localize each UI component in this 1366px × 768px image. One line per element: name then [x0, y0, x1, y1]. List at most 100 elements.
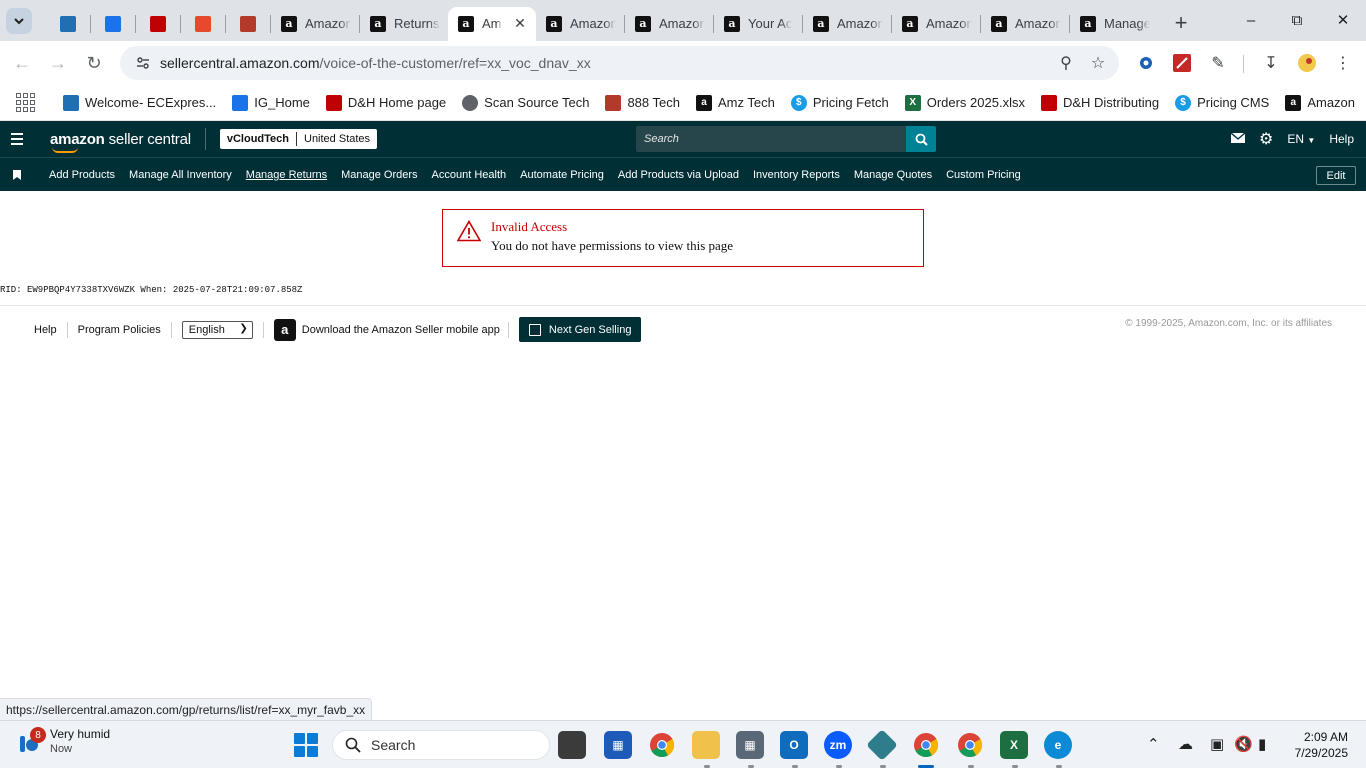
seller-search-button[interactable]: [906, 126, 936, 152]
weather-widget[interactable]: 8 Very humid Now: [14, 727, 110, 757]
nav-link-add-products-via-upload[interactable]: Add Products via Upload: [618, 169, 739, 181]
seller-central-logo[interactable]: amazon seller central: [50, 131, 191, 153]
seller-search-input[interactable]: Search: [636, 126, 906, 152]
browser-tab[interactable]: a Amazon: [536, 7, 624, 41]
bookmark-item[interactable]: $ Pricing CMS: [1175, 94, 1269, 111]
battery-icon[interactable]: ▮: [1258, 735, 1266, 753]
bookmark-item[interactable]: a Amz Tech: [695, 94, 775, 111]
nav-link-inventory-reports[interactable]: Inventory Reports: [753, 169, 840, 181]
nav-link-add-products[interactable]: Add Products: [49, 169, 115, 181]
bookmark-item[interactable]: D&H Home page: [325, 94, 446, 111]
reload-button[interactable]: ↻: [76, 45, 112, 81]
windows-start-button[interactable]: [294, 733, 318, 757]
nav-link-manage-quotes[interactable]: Manage Quotes: [854, 169, 932, 181]
dh-icon: [150, 15, 166, 32]
maximize-button[interactable]: ⧉: [1274, 0, 1320, 40]
chrome-menu-icon[interactable]: ⋮: [1329, 49, 1357, 77]
apps-grid-icon[interactable]: [16, 91, 35, 115]
dollar-icon: $: [1175, 94, 1192, 111]
bookmark-label: Scan Source Tech: [484, 95, 590, 110]
close-window-button[interactable]: ✕: [1320, 0, 1366, 40]
bookmark-item[interactable]: X Orders 2025.xlsx: [904, 94, 1025, 111]
browser-tab[interactable]: [226, 7, 270, 41]
network-icon[interactable]: ▣: [1210, 735, 1224, 753]
forward-button[interactable]: →: [40, 45, 76, 81]
downloads-icon[interactable]: ↧: [1257, 49, 1285, 77]
excel-icon[interactable]: X: [1000, 731, 1028, 759]
mobile-app-link[interactable]: a Download the Amazon Seller mobile app: [273, 318, 500, 341]
outlook-icon[interactable]: O: [780, 731, 808, 759]
bookmark-item[interactable]: Scan Source Tech: [462, 94, 590, 111]
taskbar-search[interactable]: Search: [332, 730, 550, 760]
bookmark-item[interactable]: $ Pricing Fetch: [790, 94, 889, 111]
browser-tab[interactable]: a Returns: [360, 7, 448, 41]
bookmark-star-icon[interactable]: ☆: [1087, 52, 1109, 74]
chrome-profile-2-icon[interactable]: [956, 731, 984, 759]
nav-link-manage-returns[interactable]: Manage Returns: [246, 169, 327, 181]
task-view-icon[interactable]: [558, 731, 586, 759]
settings-gear-icon[interactable]: ⚙: [1259, 129, 1273, 149]
site-info-icon[interactable]: [128, 55, 158, 71]
bookmark-item[interactable]: 888 Tech: [605, 94, 680, 111]
bookmark-item[interactable]: D&H Distributing: [1040, 94, 1159, 111]
tray-chevron-up-icon[interactable]: ⌃: [1147, 735, 1160, 753]
browser-tab-active[interactable]: a Am ✕: [448, 6, 536, 41]
browser-tab[interactable]: [91, 7, 135, 41]
nav-link-manage-all-inventory[interactable]: Manage All Inventory: [129, 169, 232, 181]
nav-link-automate-pricing[interactable]: Automate Pricing: [520, 169, 604, 181]
chrome-icon[interactable]: [648, 731, 676, 759]
browser-tab[interactable]: a Amazon: [625, 7, 713, 41]
address-bar[interactable]: sellercentral.amazon.com/voice-of-the-cu…: [120, 46, 1119, 80]
calculator-icon[interactable]: ▦: [736, 731, 764, 759]
minimize-button[interactable]: –: [1228, 0, 1274, 40]
new-tab-button[interactable]: +: [1166, 8, 1196, 38]
hamburger-menu-icon[interactable]: [0, 121, 34, 157]
zoom-app-icon[interactable]: zm: [824, 731, 852, 759]
bookmark-item[interactable]: IG_Home: [232, 94, 310, 111]
back-button[interactable]: ←: [4, 45, 40, 81]
bookmark-item[interactable]: a Amazon: [1285, 94, 1355, 111]
microsoft-store-icon[interactable]: ▦: [604, 731, 632, 759]
browser-tab[interactable]: [46, 7, 90, 41]
account-switcher[interactable]: vCloudTech United States: [219, 129, 378, 149]
edit-nav-button[interactable]: Edit: [1316, 166, 1356, 185]
amazon-icon: a: [635, 15, 651, 32]
nav-link-manage-orders[interactable]: Manage Orders: [341, 169, 417, 181]
mail-icon[interactable]: [1230, 132, 1246, 146]
help-link[interactable]: Help: [1329, 132, 1354, 146]
nav-link-account-health[interactable]: Account Health: [432, 169, 507, 181]
tab-title: Am: [482, 16, 502, 31]
language-select[interactable]: English ❯: [181, 320, 253, 339]
close-tab-icon[interactable]: ✕: [512, 15, 528, 32]
next-gen-selling-button[interactable]: Next Gen Selling: [518, 317, 642, 342]
language-selector[interactable]: EN ▼: [1287, 132, 1315, 146]
extension-pdf-icon[interactable]: [1168, 49, 1196, 77]
tab-search-button[interactable]: [6, 7, 32, 34]
edge-icon[interactable]: e: [1044, 731, 1072, 759]
volume-muted-icon[interactable]: 🔇: [1234, 735, 1253, 753]
profile-avatar[interactable]: [1293, 49, 1321, 77]
nav-link-custom-pricing[interactable]: Custom Pricing: [946, 169, 1021, 181]
browser-tab[interactable]: [136, 7, 180, 41]
browser-tab[interactable]: a Amazon: [892, 7, 980, 41]
browser-tab[interactable]: a Amazon: [981, 7, 1069, 41]
ec-icon: [60, 15, 76, 32]
footer-separator: [507, 321, 509, 338]
onedrive-offline-icon[interactable]: ☁: [1178, 735, 1193, 753]
browser-tab[interactable]: [181, 7, 225, 41]
browser-tab[interactable]: a Amazon: [803, 7, 891, 41]
browser-tab[interactable]: a Amazon: [271, 7, 359, 41]
program-policies-link[interactable]: Program Policies: [68, 321, 172, 338]
extension-globe-icon[interactable]: [1132, 49, 1160, 77]
extensions-puzzle-icon[interactable]: ✎: [1204, 49, 1232, 77]
file-explorer-icon[interactable]: [692, 731, 720, 759]
chrome-profile-icon[interactable]: [912, 731, 940, 759]
bookmark-item[interactable]: Welcome- ECExpres...: [63, 94, 216, 111]
footer-help-link[interactable]: Help: [0, 321, 68, 338]
system-clock[interactable]: 2:09 AM 7/29/2025: [1295, 729, 1348, 761]
browser-tab[interactable]: a Your Ac: [714, 7, 802, 41]
app-diamond-icon[interactable]: [866, 729, 898, 761]
bookmark-icon[interactable]: [0, 169, 34, 180]
zoom-icon[interactable]: ⚲: [1055, 52, 1077, 74]
browser-tab[interactable]: a Manage: [1070, 7, 1158, 41]
